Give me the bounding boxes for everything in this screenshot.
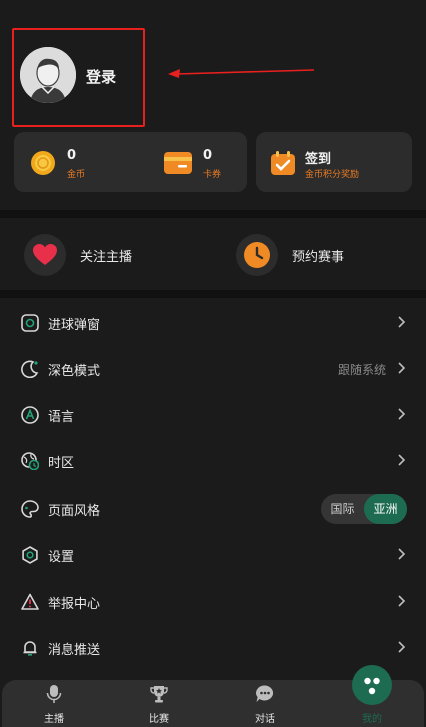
cards-item[interactable]: 0 卡券 — [154, 132, 247, 192]
tab-mine-label[interactable]: 我的 — [352, 710, 392, 725]
style-option-intl[interactable]: 国际 — [321, 494, 364, 524]
card-icon — [164, 152, 192, 174]
chevron-right-icon — [398, 362, 406, 374]
coin-icon — [31, 151, 55, 175]
bell-icon — [20, 638, 40, 658]
login-label[interactable]: 登录 — [86, 66, 116, 87]
settings-row-label: 深色模式 — [48, 363, 101, 379]
clock-icon — [236, 234, 278, 276]
settings-row-page-style: 页面风格 国际 亚洲 — [0, 486, 426, 532]
tab-host[interactable]: 主播 — [19, 680, 89, 727]
chevron-right-icon — [398, 454, 406, 466]
palette-icon — [20, 499, 40, 519]
section-divider — [0, 290, 426, 298]
coins-value: 0 — [67, 148, 77, 163]
mic-icon — [46, 685, 62, 703]
chevron-right-icon — [398, 595, 406, 607]
avatar — [20, 47, 76, 103]
coins-item[interactable]: 0 金币 — [14, 132, 124, 192]
settings-row-settings[interactable]: 设置 — [0, 532, 426, 578]
settings-row-label: 进球弹窗 — [48, 317, 101, 333]
language-icon — [20, 405, 40, 425]
profile-login-area[interactable]: 登录 — [12, 28, 145, 127]
chevron-right-icon — [398, 548, 406, 560]
settings-row-label: 消息推送 — [48, 642, 101, 658]
calendar-check-icon — [271, 151, 295, 175]
tab-host-label: 主播 — [44, 714, 64, 725]
coins-label: 金币 — [67, 170, 86, 180]
trophy-icon — [150, 686, 168, 703]
chat-icon — [256, 685, 274, 702]
settings-row-dark-mode[interactable]: 深色模式 跟随系统 — [0, 346, 426, 392]
warning-icon — [20, 592, 40, 612]
settings-row-timezone[interactable]: 时区 — [0, 438, 426, 484]
chevron-right-icon — [398, 641, 406, 653]
settings-row-label: 设置 — [48, 549, 75, 565]
page-style-toggle[interactable]: 国际 亚洲 — [321, 494, 407, 524]
settings-row-label: 举报中心 — [48, 596, 101, 612]
settings-row-label: 语言 — [48, 409, 75, 425]
timezone-icon — [20, 451, 40, 471]
chevron-right-icon — [398, 316, 406, 328]
mine-face-icon — [364, 677, 380, 695]
chevron-right-icon — [398, 408, 406, 420]
section-divider — [0, 210, 426, 218]
moon-icon — [20, 359, 40, 379]
tab-mine-button[interactable] — [352, 665, 392, 705]
settings-row-label: 时区 — [48, 455, 75, 471]
reserve-match-label: 预约赛事 — [292, 249, 345, 265]
reserve-match-button[interactable]: 预约赛事 — [236, 224, 344, 286]
follow-host-label: 关注主播 — [80, 249, 133, 265]
tab-chat-label: 对话 — [255, 714, 275, 725]
follow-host-button[interactable]: 关注主播 — [24, 224, 132, 286]
goal-popup-icon — [20, 313, 40, 333]
cards-value: 0 — [203, 148, 213, 163]
annotation-arrow — [168, 69, 315, 78]
signin-title: 签到 — [305, 152, 332, 167]
tab-chat[interactable]: 对话 — [230, 680, 300, 727]
wallet-card: 0 金币 0 卡券 — [14, 132, 247, 192]
signin-subtitle: 金币积分奖励 — [305, 170, 360, 180]
settings-row-goal-popup[interactable]: 进球弹窗 — [0, 300, 426, 346]
settings-row-report[interactable]: 举报中心 — [0, 579, 426, 625]
tab-match[interactable]: 比赛 — [124, 680, 194, 727]
heart-icon — [24, 234, 66, 276]
settings-row-language[interactable]: 语言 — [0, 392, 426, 438]
style-option-asia[interactable]: 亚洲 — [364, 494, 407, 524]
signin-card[interactable]: 签到 金币积分奖励 — [256, 132, 412, 192]
gear-icon — [20, 545, 40, 565]
tab-match-label: 比赛 — [149, 714, 169, 725]
dark-mode-value: 跟随系统 — [337, 362, 386, 377]
cards-label: 卡券 — [203, 170, 222, 180]
settings-row-label: 页面风格 — [48, 503, 101, 519]
